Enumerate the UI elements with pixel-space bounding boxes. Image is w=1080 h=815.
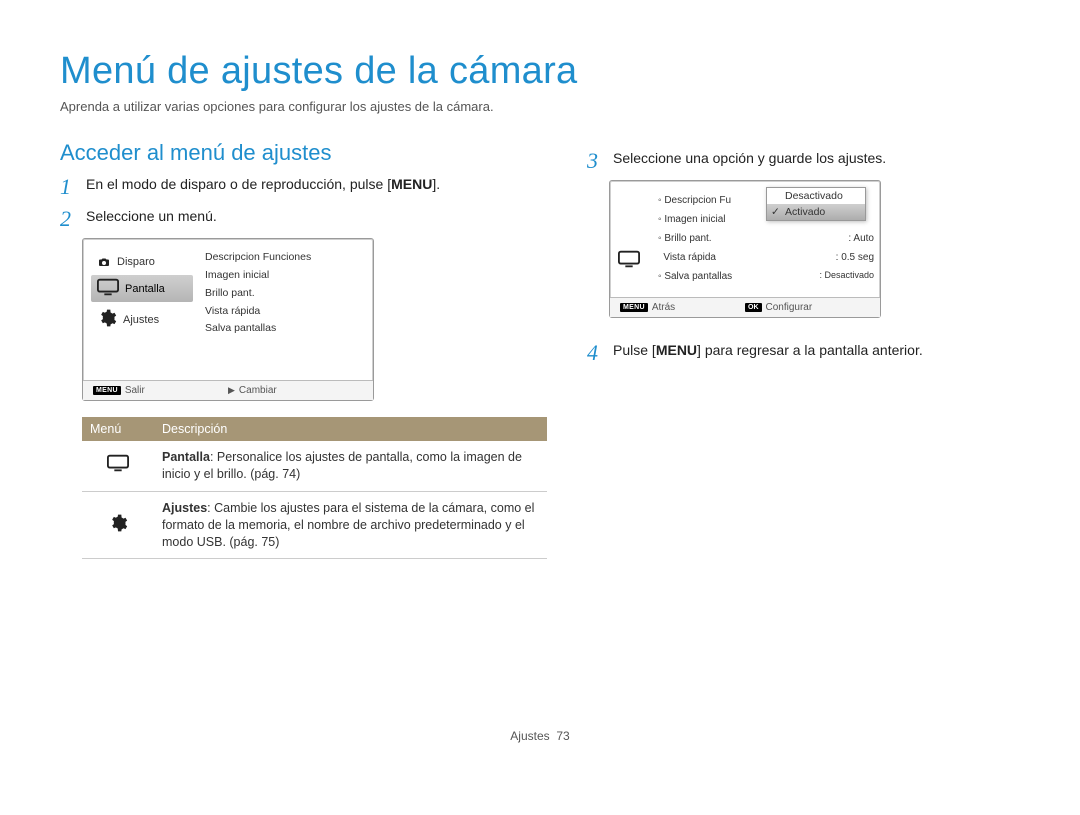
table-row: Pantalla: Personalice los ajustes de pan… — [82, 441, 547, 491]
step-number: 4 — [587, 342, 605, 364]
step-3-text: Seleccione una opción y guarde los ajust… — [613, 150, 886, 166]
step-4-text-pre: Pulse [ — [613, 342, 656, 358]
page-title: Menú de ajustes de la cámara — [60, 50, 1020, 93]
setting-row: Descripcion Funciones — [205, 249, 367, 267]
step-4-text-post: ] para regresar a la pantalla anterior. — [697, 342, 923, 358]
row-title: Ajustes — [162, 501, 207, 515]
menu-item-label: Pantalla — [125, 283, 165, 295]
table-cell-desc: Pantalla: Personalice los ajustes de pan… — [154, 441, 547, 491]
setting-row: Salva pantallas — [205, 320, 367, 338]
step-number: 2 — [60, 208, 78, 230]
table-cell-desc: Ajustes: Cambie los ajustes para el sist… — [154, 491, 547, 559]
footer-page-number: 73 — [556, 729, 569, 743]
play-icon: ▶ — [228, 385, 235, 396]
footer-left: Atrás — [652, 302, 675, 313]
monitor-icon — [97, 278, 119, 299]
menu-badge-icon: MENU — [620, 303, 648, 312]
step-2-text: Seleccione un menú. — [86, 208, 217, 224]
section-heading: Acceder al menú de ajustes — [60, 140, 547, 166]
camera-menu-illustration-1: Disparo Pantalla Ajustes — [82, 238, 374, 401]
step-number: 1 — [60, 176, 78, 198]
gear-icon — [97, 308, 117, 331]
setting-row: ◦ Brillo pant.: Auto — [658, 229, 874, 248]
footer-right: Configurar — [766, 302, 813, 313]
footer-section: Ajustes — [510, 729, 549, 743]
gear-icon — [108, 522, 128, 536]
menu-item-label: Ajustes — [123, 314, 159, 326]
menu-key: MENU — [656, 342, 697, 358]
setting-row: Vista rápida — [205, 303, 367, 321]
step-2: 2 Seleccione un menú. — [60, 208, 547, 230]
dropdown-option-selected: Activado — [767, 204, 865, 220]
footer-right: Cambiar — [239, 385, 277, 396]
setting-row: ◦ Salva pantallas: Desactivado — [658, 267, 874, 286]
intro-text: Aprenda a utilizar varias opciones para … — [60, 99, 1020, 114]
menu-item-ajustes: Ajustes — [91, 305, 193, 334]
row-title: Pantalla — [162, 450, 210, 464]
camera-menu-illustration-2: ◦ Descripcion Fu ◦ Imagen inicial ◦ Bril… — [609, 180, 881, 318]
row-text: : Cambie los ajustes para el sistema de … — [162, 501, 534, 549]
table-row: Ajustes: Cambie los ajustes para el sist… — [82, 491, 547, 559]
monitor-icon — [107, 461, 129, 475]
option-dropdown: Desactivado Activado — [766, 187, 866, 221]
step-4: 4 Pulse [MENU] para regresar a la pantal… — [587, 342, 1020, 364]
menu-description-table: Menú Descripción Pantalla: Personalice l… — [82, 417, 547, 559]
menu-key: MENU — [391, 176, 432, 192]
setting-row: Vista rápida: 0.5 seg — [658, 248, 874, 267]
setting-row: Imagen inicial — [205, 267, 367, 285]
table-header-desc: Descripción — [154, 417, 547, 441]
footer-left: Salir — [125, 385, 145, 396]
ok-badge-icon: OK — [745, 303, 762, 312]
row-text: : Personalice los ajustes de pantalla, c… — [162, 450, 522, 481]
dropdown-option: Desactivado — [767, 188, 865, 204]
monitor-icon-small — [616, 248, 646, 270]
menu-item-disparo: Disparo — [91, 252, 193, 272]
step-3: 3 Seleccione una opción y guarde los aju… — [587, 150, 1020, 172]
setting-row: Brillo pant. — [205, 285, 367, 303]
step-1-text-post: ]. — [432, 176, 440, 192]
step-1-text-pre: En el modo de disparo o de reproducción,… — [86, 176, 391, 192]
camera-icon — [97, 255, 111, 269]
menu-badge-icon: MENU — [93, 386, 121, 395]
step-1: 1 En el modo de disparo o de reproducció… — [60, 176, 547, 198]
menu-item-pantalla: Pantalla — [91, 275, 193, 302]
table-header-menu: Menú — [82, 417, 154, 441]
page-footer: Ajustes 73 — [60, 729, 1020, 743]
step-number: 3 — [587, 150, 605, 172]
menu-item-label: Disparo — [117, 256, 155, 268]
